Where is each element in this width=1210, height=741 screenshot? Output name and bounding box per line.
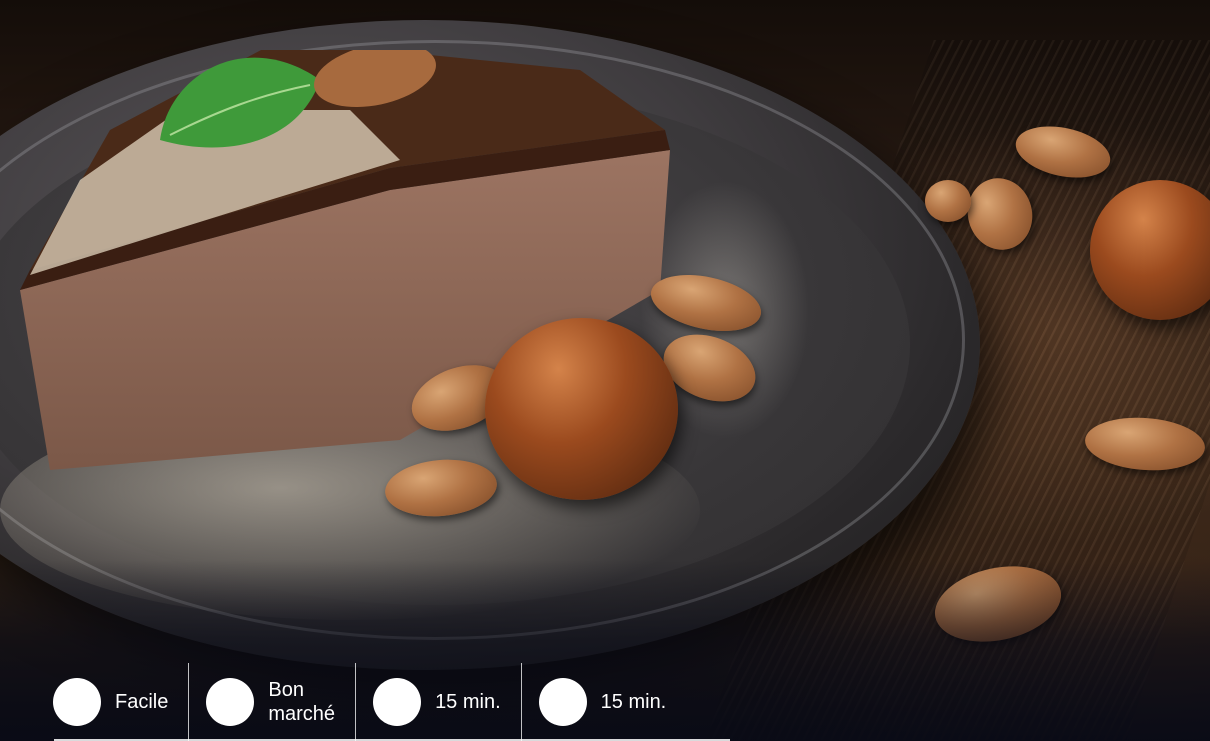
prep-time-icon (373, 678, 422, 726)
cake-photo (0, 0, 1210, 741)
recipe-info-bar: Facile Bon marché 15 min. 15 min. (36, 663, 686, 741)
cook-time-icon (538, 678, 587, 726)
cook-time-label: 15 min. (600, 691, 667, 713)
cost-info: Bon marché (188, 663, 355, 741)
cost-label: Bon marché (268, 679, 336, 725)
almond (925, 180, 971, 222)
cost-icon (206, 678, 255, 726)
cook-time-info: 15 min. (520, 663, 687, 741)
difficulty-label: Facile (115, 691, 169, 713)
prep-time-info: 15 min. (355, 663, 521, 741)
difficulty-info: Facile (36, 663, 188, 741)
chestnut (485, 318, 678, 500)
difficulty-icon (53, 678, 101, 726)
prep-time-label: 15 min. (435, 691, 501, 713)
